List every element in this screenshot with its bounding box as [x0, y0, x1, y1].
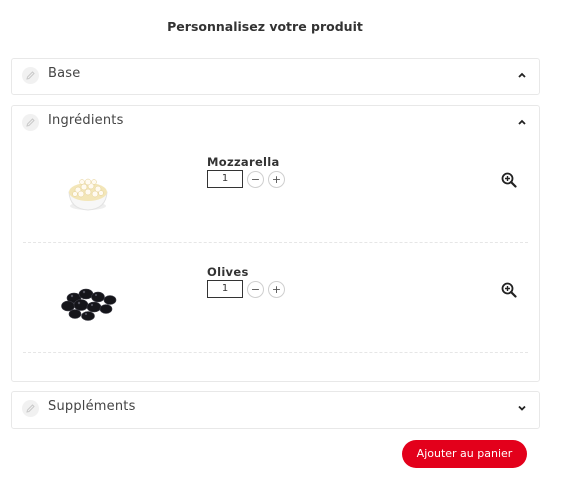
base-section: Base	[11, 58, 540, 95]
quantity-input[interactable]: 1	[207, 280, 243, 298]
zoom-in-icon[interactable]	[501, 172, 517, 188]
divider	[23, 242, 528, 243]
pencil-icon	[22, 400, 39, 417]
ingredient-name: Olives	[207, 265, 249, 279]
ingredients-section-header[interactable]: Ingrédients	[12, 106, 539, 140]
add-to-cart-button[interactable]: Ajouter au panier	[402, 440, 527, 468]
base-section-label: Base	[48, 66, 81, 81]
ingredient-row-olives: Olives 1 − +	[12, 250, 539, 360]
ingredient-row-mozzarella: Mozzarella 1 − +	[12, 140, 539, 250]
base-section-header[interactable]: Base	[12, 59, 539, 93]
increment-button[interactable]: +	[268, 171, 285, 188]
chevron-down-icon[interactable]	[517, 403, 527, 413]
decrement-button[interactable]: −	[247, 281, 264, 298]
supplements-section-label: Suppléments	[48, 399, 136, 414]
divider	[23, 352, 528, 353]
ingredients-section-label: Ingrédients	[48, 113, 124, 128]
chevron-up-icon[interactable]	[517, 117, 527, 127]
olives-image	[61, 288, 117, 321]
ingredient-name: Mozzarella	[207, 155, 280, 169]
supplements-section: Suppléments	[11, 391, 540, 429]
zoom-in-icon[interactable]	[501, 282, 517, 298]
chevron-up-icon[interactable]	[517, 70, 527, 80]
pencil-icon	[22, 67, 39, 84]
pencil-icon	[22, 114, 39, 131]
supplements-section-header[interactable]: Suppléments	[12, 392, 539, 426]
mozzarella-image	[68, 178, 108, 211]
increment-button[interactable]: +	[268, 281, 285, 298]
page-title: Personnalisez votre produit	[167, 19, 363, 34]
quantity-input[interactable]: 1	[207, 170, 243, 188]
decrement-button[interactable]: −	[247, 171, 264, 188]
ingredients-section: Ingrédients Mozzarella 1 − + Olives 1 − …	[11, 105, 540, 382]
